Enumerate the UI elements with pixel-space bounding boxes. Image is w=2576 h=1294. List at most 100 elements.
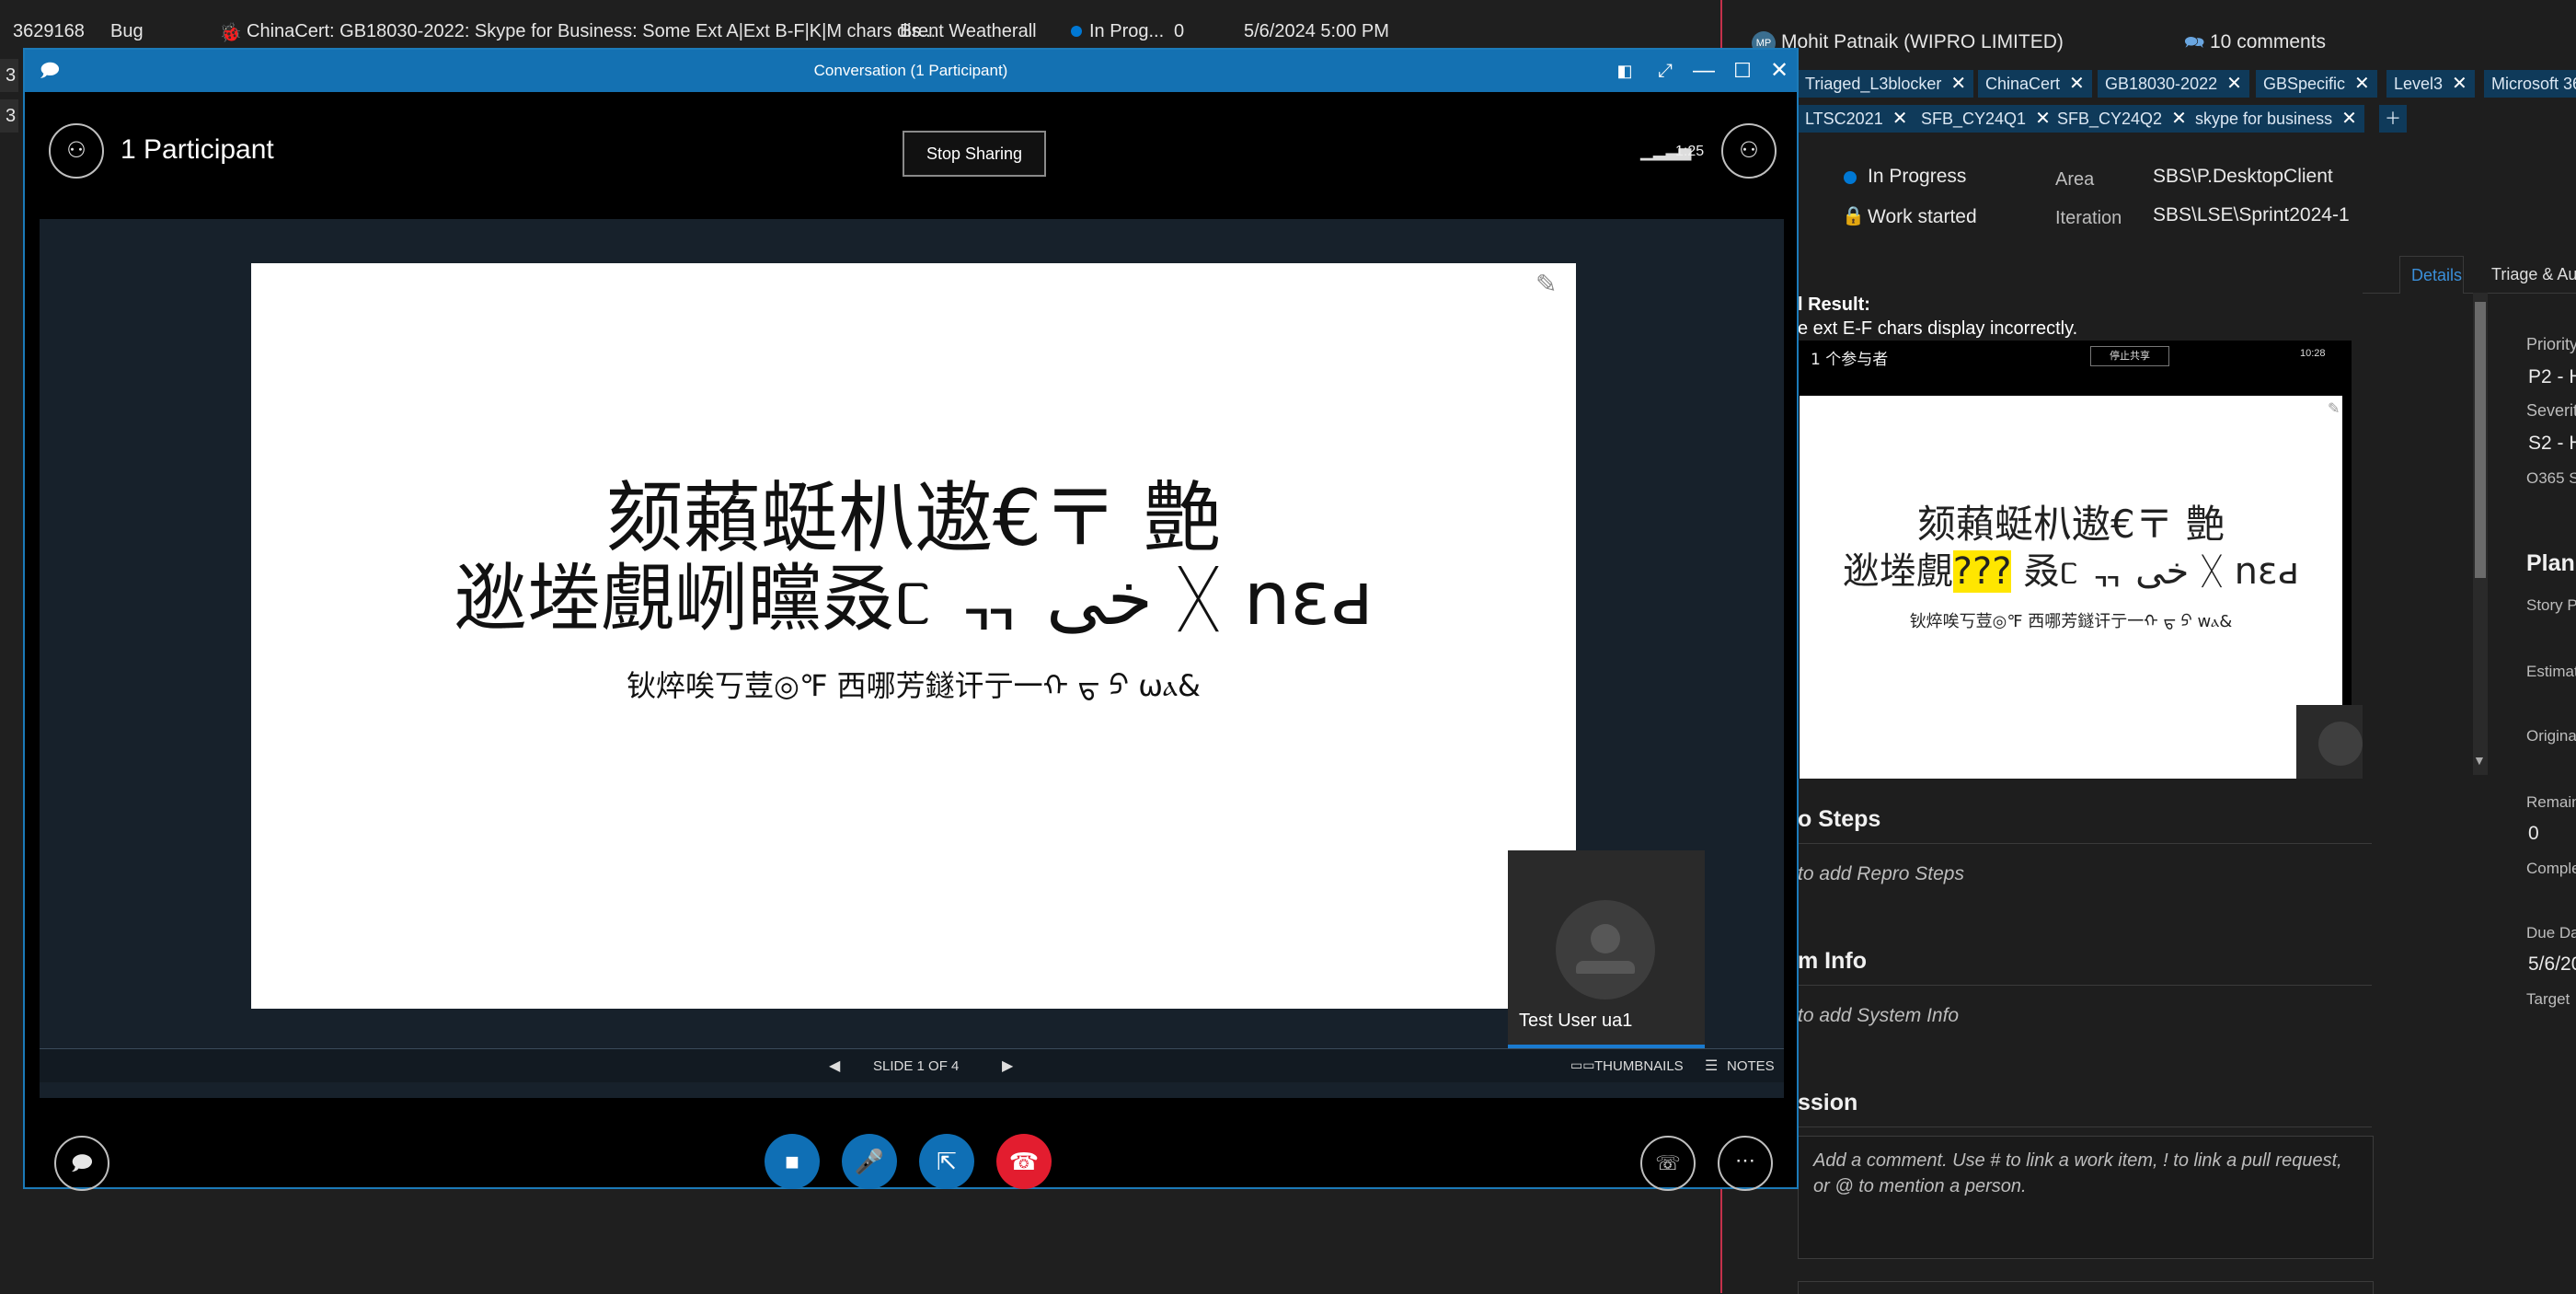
pencil-icon: ✎: [2328, 401, 2340, 417]
state-value[interactable]: In Progress: [1868, 166, 1966, 188]
slide-text-line-2: 逖堘覻峢矘叒ᥴ ᆩ ﺧﯽ ᚷ ոԑԁ: [453, 556, 1374, 641]
add-tag-button[interactable]: ＋: [2379, 105, 2407, 133]
layout-icon[interactable]: ◧: [1609, 55, 1640, 87]
estimate-label: Estimat: [2526, 663, 2576, 680]
tag[interactable]: LTSC2021 ✕: [1798, 105, 1915, 133]
remaining-label: Remain: [2526, 793, 2576, 811]
priority-value[interactable]: P2 - H: [2528, 366, 2576, 388]
expand-icon[interactable]: ⤢: [1650, 55, 1681, 87]
slide-text-line-3: 钬焠唉丂荳◎℉ 西哪芳鐩讦亍一ᠬ ᠳ ᠫ ωⲁ&: [627, 668, 1201, 703]
repro-steps-hint[interactable]: to add Repro Steps: [1798, 863, 1964, 885]
close-button[interactable]: ✕: [1764, 55, 1795, 87]
chat-icon[interactable]: 🗩: [54, 1136, 109, 1191]
notes-button[interactable]: NOTES: [1727, 1058, 1775, 1074]
work-item-date: 5/6/2024 5:00 PM: [1244, 21, 1389, 41]
close-icon[interactable]: ✕: [2171, 109, 2187, 129]
slide-counter: SLIDE 1 OF 4: [873, 1058, 960, 1074]
state-dot-icon: [1071, 26, 1082, 37]
participants-label[interactable]: 1 Participant: [121, 134, 274, 166]
tab-details[interactable]: Details: [2399, 256, 2464, 294]
screenshot-thumbnail: 1 个参与者 停止共享 10:28 颏藾蜓朳遨€〒 艶 逖堘覻??? 叒ᥴ ᆩ …: [1798, 341, 2363, 779]
comments-icon[interactable]: 🗪: [2184, 31, 2204, 59]
close-icon[interactable]: ✕: [2452, 74, 2467, 94]
video-tile[interactable]: Test User ua1: [1508, 850, 1705, 1049]
work-item-count: 0: [1174, 21, 1185, 41]
comment-input[interactable]: Add a comment. Use # to link a work item…: [1798, 1136, 2374, 1259]
tag[interactable]: skype for business ✕: [2188, 105, 2364, 133]
window-title: Conversation (1 Participant): [813, 62, 1008, 79]
work-item-title[interactable]: ChinaCert: GB18030-2022: Skype for Busin…: [247, 21, 936, 42]
microphone-button[interactable]: 🎤: [842, 1134, 897, 1189]
hang-up-icon: ☎: [1008, 1148, 1040, 1175]
comments-count[interactable]: 10 comments: [2210, 31, 2326, 53]
slide-navigation: ◀ SLIDE 1 OF 4 ▶ ▭▭ THUMBNAILS ☰ NOTES: [40, 1048, 1784, 1082]
reason-value[interactable]: Work started: [1868, 206, 1977, 228]
system-info-title[interactable]: m Info: [1798, 948, 1867, 975]
tag[interactable]: GB18030-2022 ✕: [2098, 70, 2249, 98]
title-bar[interactable]: 🗩 Conversation (1 Participant) ◧ ⤢ — ☐ ✕: [25, 50, 1797, 92]
repro-steps-title[interactable]: o Steps: [1798, 806, 1880, 833]
video-user-name: Test User ua1: [1519, 1011, 1633, 1031]
o365-label: O365 S: [2526, 469, 2576, 487]
work-item-panel: MP Mohit Patnaik (WIPRO LIMITED) 🗪 10 co…: [1720, 0, 2576, 1294]
close-icon[interactable]: ✕: [2354, 74, 2370, 94]
hang-up-button[interactable]: ☎: [996, 1134, 1052, 1189]
video-camera-button[interactable]: ■: [765, 1134, 820, 1189]
plus-icon: ＋: [2385, 110, 2401, 128]
bug-icon: 🐞: [219, 23, 242, 43]
description-area[interactable]: l Result: e ext E-F chars display incorr…: [1798, 293, 2363, 779]
close-icon[interactable]: ✕: [1892, 109, 1908, 129]
next-slide-icon[interactable]: ▶: [1002, 1057, 1013, 1075]
chevron-down-icon[interactable]: ▼: [2473, 753, 2486, 768]
author-name: Mohit Patnaik (WIPRO LIMITED): [1781, 31, 2064, 52]
lock-icon: 🔒: [1842, 206, 1865, 226]
work-item-id: 3629168: [13, 21, 85, 41]
maximize-button[interactable]: ☐: [1727, 55, 1758, 87]
priority-label: Priority: [2526, 335, 2576, 353]
minimize-button[interactable]: —: [1688, 55, 1719, 87]
pencil-icon[interactable]: ✎: [1535, 269, 1557, 299]
severity-label: Severity: [2526, 401, 2576, 420]
tag[interactable]: SFB_CY24Q1 ✕: [1914, 105, 2058, 133]
close-icon[interactable]: ✕: [1950, 74, 1966, 94]
tag[interactable]: Microsoft 36: [2484, 70, 2576, 98]
severity-value[interactable]: S2 - H: [2528, 433, 2576, 455]
close-icon[interactable]: ✕: [2069, 74, 2085, 94]
call-settings-icon[interactable]: ☏: [1640, 1136, 1696, 1191]
tag[interactable]: ChinaCert ✕: [1978, 70, 2092, 98]
scrollbar[interactable]: ▼: [2473, 293, 2488, 775]
close-icon[interactable]: ✕: [2226, 74, 2242, 94]
close-icon[interactable]: ✕: [2341, 109, 2357, 129]
list-item[interactable]: 3: [0, 99, 18, 133]
call-timer: 1:25: [1675, 144, 1705, 159]
due-date-value[interactable]: 5/6/20: [2528, 953, 2576, 976]
participants-icon[interactable]: ⚇: [49, 123, 104, 179]
work-item-row[interactable]: 3629168 Bug 🐞 ChinaCert: GB18030-2022: S…: [0, 15, 1722, 48]
system-info-hint[interactable]: to add System Info: [1798, 1005, 1959, 1027]
previous-slide-icon[interactable]: ◀: [829, 1057, 840, 1075]
tag[interactable]: GBSpecific ✕: [2256, 70, 2377, 98]
tag[interactable]: Level3 ✕: [2386, 70, 2475, 98]
original-label: Origina: [2526, 727, 2576, 745]
notes-icon: ☰: [1705, 1058, 1719, 1074]
tag[interactable]: Triaged_L3blocker ✕: [1798, 70, 1974, 98]
tab-triage[interactable]: Triage & Au: [2491, 265, 2576, 284]
iteration-value[interactable]: SBS\LSE\Sprint2024-1: [2153, 204, 2350, 226]
iteration-label: Iteration: [2055, 208, 2122, 228]
area-value[interactable]: SBS\P.DesktopClient: [2153, 166, 2333, 188]
work-item-state: In Prog...: [1089, 21, 1165, 41]
share-icon: ⇱: [937, 1148, 957, 1175]
tag[interactable]: SFB_CY24Q2 ✕: [2050, 105, 2194, 133]
list-item[interactable]: 3: [0, 59, 18, 92]
discussion-title: ssion: [1798, 1090, 1858, 1115]
planning-title: Planni: [2526, 550, 2576, 576]
add-people-icon[interactable]: ⚇: [1721, 123, 1777, 179]
remaining-value[interactable]: 0: [2528, 823, 2539, 845]
share-screen-button[interactable]: ⇱: [919, 1134, 974, 1189]
thumbnails-icon: ▭▭: [1570, 1057, 1595, 1072]
close-icon[interactable]: ✕: [2035, 109, 2051, 129]
stop-sharing-button[interactable]: Stop Sharing: [903, 131, 1046, 177]
thumbnails-button[interactable]: THUMBNAILS: [1594, 1058, 1684, 1074]
more-options-icon[interactable]: ⋯: [1718, 1136, 1773, 1191]
due-date-label: Due Da: [2526, 924, 2576, 942]
